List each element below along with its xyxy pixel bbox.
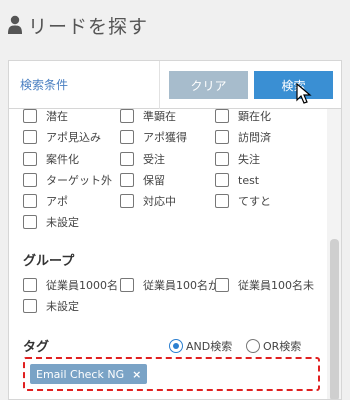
radio-checked-icon[interactable] xyxy=(169,339,183,353)
status-option[interactable]: 案件化 xyxy=(23,151,79,167)
scrollbar-thumb[interactable] xyxy=(330,239,339,399)
status-option-label: 対応中 xyxy=(143,195,176,208)
scrollbar[interactable] xyxy=(327,109,341,399)
status-option-label: 受注 xyxy=(143,153,165,166)
search-conditions-label: 検索条件 xyxy=(20,78,69,92)
group-option-label: 従業員100名未 xyxy=(238,279,314,292)
clear-button[interactable]: クリア xyxy=(169,71,248,99)
status-option[interactable]: 受注 xyxy=(120,151,165,167)
checkbox[interactable] xyxy=(23,278,37,292)
search-panel-header: 検索条件 クリア 検索 xyxy=(9,61,341,109)
status-option-label: ターゲット外 xyxy=(46,174,112,187)
checkbox[interactable] xyxy=(215,194,229,208)
status-option-label: 案件化 xyxy=(46,153,79,166)
status-option[interactable]: 失注 xyxy=(215,151,260,167)
checkbox[interactable] xyxy=(120,278,134,292)
group-option-label: 従業員1000名 xyxy=(46,279,118,292)
tag-chip-label: Email Check NG xyxy=(36,367,125,381)
checkbox[interactable] xyxy=(120,173,134,187)
status-option-label: 未設定 xyxy=(46,216,79,229)
checkbox[interactable] xyxy=(120,194,134,208)
status-option[interactable]: 対応中 xyxy=(120,193,176,209)
checkbox[interactable] xyxy=(23,173,37,187)
page-header: リードを探す xyxy=(0,0,350,50)
status-option[interactable]: 未設定 xyxy=(23,214,79,230)
tag-section-title: タグ xyxy=(23,340,50,355)
checkbox[interactable] xyxy=(215,173,229,187)
status-option[interactable]: 訪問済 xyxy=(215,129,271,145)
status-option[interactable]: アポ見込み xyxy=(23,129,101,145)
search-panel: 検索条件 クリア 検索 潜在 準顕在 顕在化 アポ見込み アポ獲得 訪問済 案件… xyxy=(8,60,342,400)
status-option-label: 訪問済 xyxy=(238,131,271,144)
checkbox[interactable] xyxy=(23,130,37,144)
or-search-label: OR検索 xyxy=(263,340,302,353)
status-option[interactable]: test xyxy=(215,172,259,188)
status-option-label: 顕在化 xyxy=(238,110,271,123)
status-option[interactable]: アポ獲得 xyxy=(120,129,187,145)
tag-chip: Email Check NG × xyxy=(30,364,148,384)
checkbox[interactable] xyxy=(23,215,37,229)
checkbox[interactable] xyxy=(215,152,229,166)
status-option-label: てすと xyxy=(238,195,271,208)
radio-unchecked-icon[interactable] xyxy=(246,339,260,353)
status-option-label: アポ見込み xyxy=(46,131,101,144)
status-option[interactable]: 準顕在 xyxy=(120,109,176,124)
status-option[interactable]: 保留 xyxy=(120,172,165,188)
checkbox[interactable] xyxy=(120,109,134,123)
search-panel-body: 潜在 準顕在 顕在化 アポ見込み アポ獲得 訪問済 案件化 受注 失注 ターゲッ… xyxy=(9,109,325,399)
checkbox[interactable] xyxy=(215,130,229,144)
mouse-cursor-icon xyxy=(296,83,312,104)
checkbox[interactable] xyxy=(215,278,229,292)
status-option-label: アポ獲得 xyxy=(143,131,187,144)
status-option-label: test xyxy=(238,173,260,187)
checkbox[interactable] xyxy=(23,194,37,208)
group-section-title: グループ xyxy=(23,254,75,269)
status-option-label: アポ xyxy=(46,195,68,208)
group-option[interactable]: 従業員1000名 xyxy=(23,277,118,293)
status-option[interactable]: 潜在 xyxy=(23,109,68,124)
remove-tag-icon[interactable]: × xyxy=(132,368,141,381)
group-option[interactable]: 従業員100名未 xyxy=(215,277,314,293)
divider xyxy=(159,61,160,109)
checkbox[interactable] xyxy=(23,109,37,123)
status-option[interactable]: ターゲット外 xyxy=(23,172,112,188)
person-icon xyxy=(8,15,22,34)
or-search-radio[interactable]: OR検索 xyxy=(246,338,301,354)
status-option[interactable]: アポ xyxy=(23,193,68,209)
status-option-label: 失注 xyxy=(238,153,260,166)
tag-input[interactable]: Email Check NG × xyxy=(23,357,320,391)
page-title: リードを探す xyxy=(28,15,149,38)
group-option-label: 未設定 xyxy=(46,300,79,313)
checkbox[interactable] xyxy=(120,130,134,144)
search-button[interactable]: 検索 xyxy=(254,71,333,99)
checkbox[interactable] xyxy=(23,152,37,166)
and-search-radio[interactable]: AND検索 xyxy=(169,338,232,354)
group-option-label: 従業員100名か xyxy=(143,279,219,292)
checkbox[interactable] xyxy=(215,109,229,123)
status-option-label: 準顕在 xyxy=(143,110,176,123)
group-option[interactable]: 未設定 xyxy=(23,298,79,314)
status-option[interactable]: 顕在化 xyxy=(215,109,271,124)
status-option-label: 保留 xyxy=(143,174,165,187)
checkbox[interactable] xyxy=(120,152,134,166)
and-search-label: AND検索 xyxy=(186,340,233,353)
status-option-label: 潜在 xyxy=(46,110,68,123)
status-option[interactable]: てすと xyxy=(215,193,271,209)
group-option[interactable]: 従業員100名か xyxy=(120,277,219,293)
checkbox[interactable] xyxy=(23,299,37,313)
